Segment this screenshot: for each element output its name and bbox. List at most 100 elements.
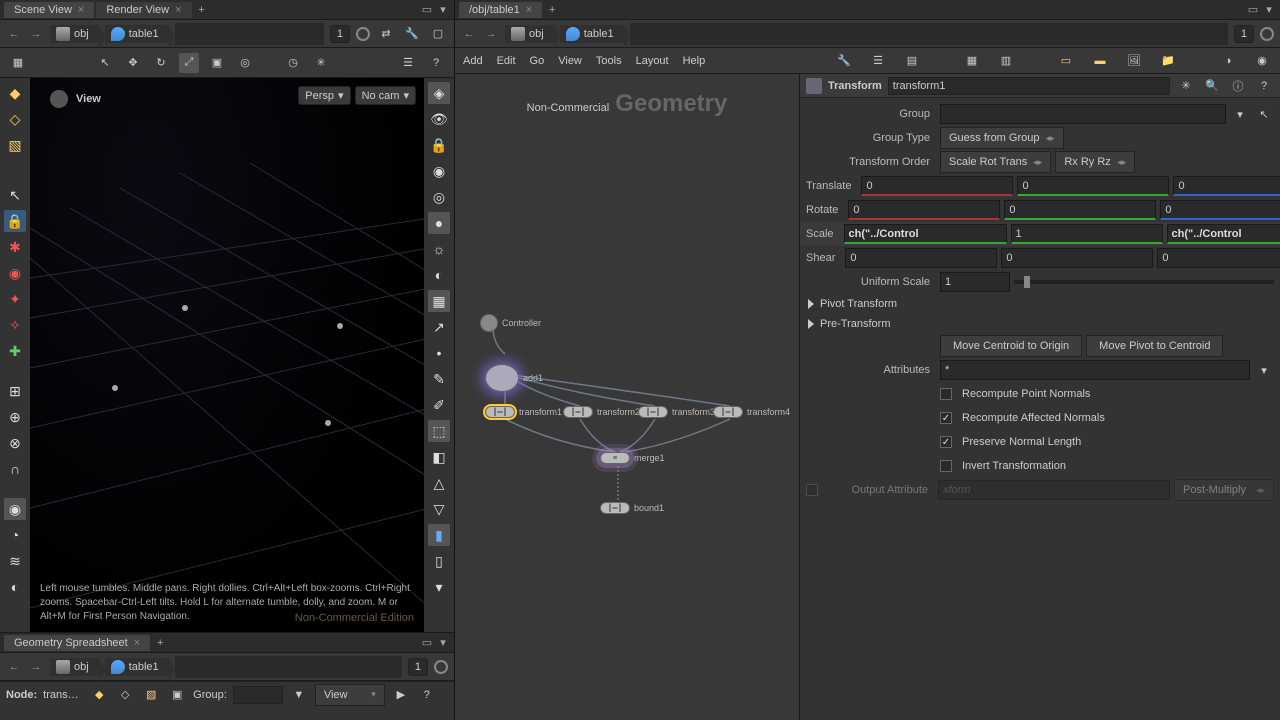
add-tab-button[interactable]: + [544, 2, 560, 18]
class-point-icon[interactable]: ◆ [89, 685, 109, 705]
help-icon[interactable]: ? [426, 53, 446, 73]
list-icon[interactable]: ☰ [868, 51, 888, 71]
maximize-icon[interactable]: ▭ [420, 636, 434, 650]
sy-field[interactable] [1011, 224, 1163, 244]
spreadsheet-view-dropdown[interactable]: View▾ [315, 684, 385, 706]
shelf-more1-icon[interactable]: ◔ [4, 524, 26, 546]
node-bound1[interactable]: ║═║bound1 [600, 502, 664, 514]
note1-icon[interactable]: ▭ [1056, 51, 1076, 71]
sx-field[interactable] [844, 224, 1007, 244]
output-attr-field[interactable] [938, 480, 1170, 500]
gear-icon[interactable]: ✳ [311, 53, 331, 73]
shelf-cube-icon[interactable]: ▧ [4, 134, 26, 156]
add-tab-button[interactable]: + [152, 635, 168, 651]
uscale-slider[interactable] [1014, 280, 1274, 284]
chk-recompute-pt[interactable] [940, 388, 952, 400]
rshelf-19-icon[interactable]: ▾ [428, 576, 450, 598]
wrench-icon[interactable]: 🔧 [402, 24, 422, 44]
tab-render-view[interactable]: Render View× [96, 2, 191, 18]
shelf-red2-icon[interactable]: ◉ [4, 262, 26, 284]
rshelf-12-icon[interactable]: ✐ [428, 394, 450, 416]
rshelf-7-icon[interactable]: ◐ [428, 264, 450, 286]
shelf-snap3-icon[interactable]: ⊗ [4, 432, 26, 454]
gear-icon[interactable]: ✳ [1176, 76, 1196, 96]
nav-back-icon[interactable]: ← [461, 26, 477, 42]
shelf-snap2-icon[interactable]: ⊕ [4, 406, 26, 428]
crumb-obj[interactable]: obj [50, 25, 99, 43]
crumb-table1[interactable]: table1 [105, 25, 169, 43]
shx-field[interactable] [845, 248, 997, 268]
translate-tool-icon[interactable]: ✥ [123, 53, 143, 73]
help-icon[interactable]: ? [1254, 76, 1274, 96]
network-view[interactable]: Non-Commercial Geometry Controller add1 [455, 74, 800, 720]
attrs-field[interactable] [940, 360, 1250, 380]
group-field[interactable] [233, 686, 283, 704]
uscale-field[interactable] [940, 272, 1010, 292]
pin-view-icon[interactable] [356, 27, 370, 41]
nav-fwd-icon[interactable]: → [28, 659, 44, 675]
node-transform2[interactable]: ║═║transform2 [563, 406, 640, 418]
layout-icon[interactable]: ▦ [8, 53, 28, 73]
menu-tools[interactable]: Tools [596, 55, 622, 67]
maximize-icon[interactable]: ▭ [420, 3, 434, 17]
shelf-current-icon[interactable]: ◉ [4, 498, 26, 520]
close-icon[interactable]: × [175, 4, 181, 16]
shz-field[interactable] [1157, 248, 1280, 268]
rotate-tool-icon[interactable]: ↻ [151, 53, 171, 73]
class-prim-icon[interactable]: ▧ [141, 685, 161, 705]
menu-go[interactable]: Go [530, 55, 545, 67]
folder-icon[interactable]: 📁 [1158, 51, 1178, 71]
viewport[interactable]: View Persp▾ No cam▾ Left mouse tumbles. … [30, 78, 424, 632]
nav-back-icon[interactable]: ← [6, 659, 22, 675]
snapshot-icon[interactable]: ◉ [1252, 51, 1272, 71]
path-dropdown[interactable] [630, 23, 1228, 45]
node-value[interactable]: trans… [43, 689, 83, 701]
scale-tool-icon[interactable]: ⤢ [179, 53, 199, 73]
help-icon[interactable]: ? [417, 685, 437, 705]
move-centroid-button[interactable]: Move Centroid to Origin [940, 335, 1082, 357]
move-pivot-button[interactable]: Move Pivot to Centroid [1086, 335, 1223, 357]
rshelf-14-icon[interactable]: ◧ [428, 446, 450, 468]
close-icon[interactable]: × [526, 4, 532, 16]
menu-edit[interactable]: Edit [497, 55, 516, 67]
menu-view[interactable]: View [558, 55, 582, 67]
close-icon[interactable]: × [134, 637, 140, 649]
shy-field[interactable] [1001, 248, 1153, 268]
shelf-snap4-icon[interactable]: ∩ [4, 458, 26, 480]
shelf-red3-icon[interactable]: ✦ [4, 288, 26, 310]
rshelf-4-icon[interactable]: ◎ [428, 186, 450, 208]
sz-field[interactable] [1167, 224, 1280, 244]
maximize-icon[interactable]: ▭ [1246, 3, 1260, 17]
menu-help[interactable]: Help [683, 55, 706, 67]
doc-icon[interactable]: ▤ [902, 51, 922, 71]
chk-preserve[interactable] [940, 436, 952, 448]
output-mode-dropdown[interactable]: Post-Multiply◂▸ [1174, 479, 1274, 501]
class-detail-icon[interactable]: ▣ [167, 685, 187, 705]
nav-fwd-icon[interactable]: → [28, 26, 44, 42]
prexform-disclosure[interactable]: Pre-Transform [800, 314, 1280, 334]
class-vertex-icon[interactable]: ◇ [115, 685, 135, 705]
dolly-tool-icon[interactable]: ◎ [235, 53, 255, 73]
group-type-dropdown[interactable]: Guess from Group◂▸ [940, 127, 1064, 149]
link-icon[interactable]: ⇄ [376, 24, 396, 44]
rshelf-16-icon[interactable]: ▽ [428, 498, 450, 520]
shelf-red1-icon[interactable]: ✱ [4, 236, 26, 258]
node-transform1[interactable]: ║═║transform1 [485, 406, 562, 418]
cam-tool-icon[interactable]: ▣ [207, 53, 227, 73]
tz-field[interactable] [1173, 176, 1280, 196]
rshelf-8-icon[interactable]: ▦ [428, 290, 450, 312]
node-controller[interactable]: Controller [480, 314, 541, 332]
shelf-axis-icon[interactable]: ✚ [4, 340, 26, 362]
rshelf-15-icon[interactable]: △ [428, 472, 450, 494]
arrow-tool-icon[interactable]: ↖ [95, 53, 115, 73]
chk-invert[interactable] [940, 460, 952, 472]
tx-field[interactable] [861, 176, 1013, 196]
info-icon[interactable]: ⓘ [1228, 76, 1248, 96]
group-menu-icon[interactable]: ▾ [1230, 104, 1250, 124]
rshelf-11-icon[interactable]: ✎ [428, 368, 450, 390]
path-dropdown[interactable] [175, 656, 402, 678]
rshelf-17-icon[interactable]: ▮ [428, 524, 450, 546]
xord-dropdown[interactable]: Scale Rot Trans◂▸ [940, 151, 1051, 173]
pane-menu-icon[interactable]: ▾ [436, 636, 450, 650]
op-name-field[interactable] [888, 77, 1170, 95]
